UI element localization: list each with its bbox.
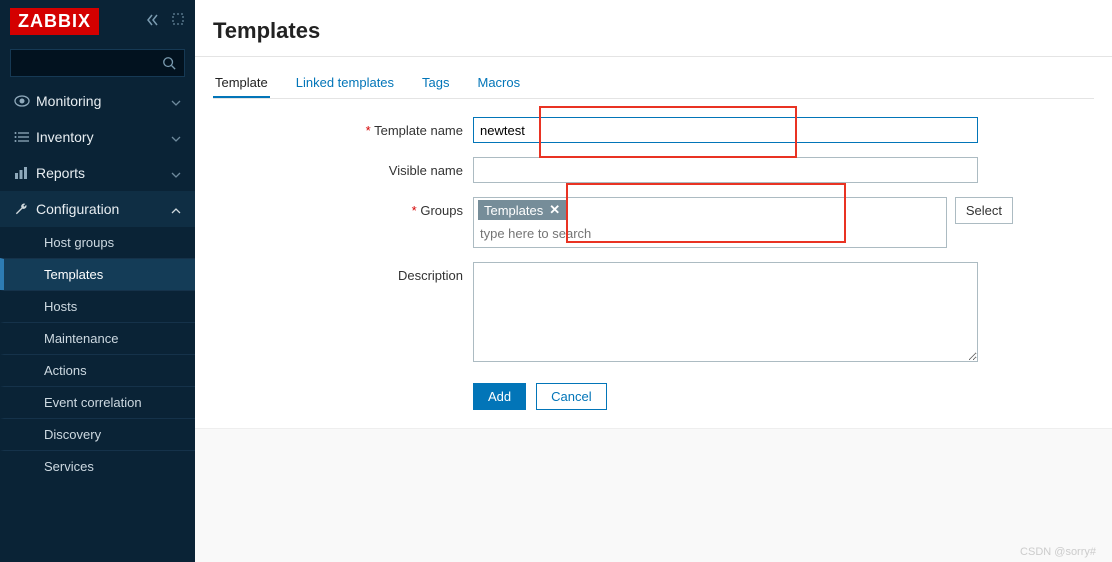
description-label: Description xyxy=(333,262,473,283)
groups-search-input[interactable] xyxy=(478,222,942,245)
chevron-down-icon xyxy=(171,165,181,181)
row-visible-name: Visible name xyxy=(333,157,1094,183)
search-input[interactable] xyxy=(10,49,185,77)
sidebar: ZABBIX Monitoring Inventory Reports xyxy=(0,0,195,562)
nav-monitoring[interactable]: Monitoring xyxy=(0,83,195,119)
cancel-button[interactable]: Cancel xyxy=(536,383,606,410)
group-tag-label: Templates xyxy=(484,203,543,218)
remove-tag-icon[interactable]: ✕ xyxy=(549,202,560,218)
nav-configuration[interactable]: Configuration xyxy=(0,191,195,227)
template-name-input[interactable] xyxy=(473,117,978,143)
eye-icon xyxy=(14,95,36,107)
subnav-services[interactable]: Services xyxy=(0,450,195,482)
nav-reports[interactable]: Reports xyxy=(0,155,195,191)
groups-label: * Groups xyxy=(333,197,473,218)
row-buttons: Add Cancel xyxy=(333,379,1094,410)
subnav: Host groups Templates Hosts Maintenance … xyxy=(0,227,195,482)
sidebar-header: ZABBIX xyxy=(0,0,195,43)
subnav-host-groups[interactable]: Host groups xyxy=(0,227,195,258)
nav-label: Inventory xyxy=(36,129,171,145)
chevron-down-icon xyxy=(171,93,181,109)
subnav-event-correlation[interactable]: Event correlation xyxy=(0,386,195,418)
add-button[interactable]: Add xyxy=(473,383,526,410)
nav-label: Reports xyxy=(36,165,171,181)
nav-inventory[interactable]: Inventory xyxy=(0,119,195,155)
template-name-label: * Template name xyxy=(333,117,473,138)
collapse-icon[interactable] xyxy=(145,12,161,31)
description-textarea[interactable] xyxy=(473,262,978,362)
subnav-discovery[interactable]: Discovery xyxy=(0,418,195,450)
bar-chart-icon xyxy=(14,166,36,180)
row-template-name: * Template name xyxy=(333,117,1094,143)
wrench-icon xyxy=(14,202,36,217)
logo: ZABBIX xyxy=(10,8,99,35)
list-icon xyxy=(14,131,36,143)
tab-template[interactable]: Template xyxy=(213,69,270,98)
page-title: Templates xyxy=(195,0,1112,57)
subnav-templates[interactable]: Templates xyxy=(0,258,195,290)
content-box: Template Linked templates Tags Macros * … xyxy=(195,57,1112,429)
tab-linked-templates[interactable]: Linked templates xyxy=(294,69,396,98)
visible-name-label: Visible name xyxy=(333,157,473,178)
chevron-up-icon xyxy=(171,201,181,217)
tab-macros[interactable]: Macros xyxy=(476,69,523,98)
nav-label: Monitoring xyxy=(36,93,171,109)
chevron-down-icon xyxy=(171,129,181,145)
search-icon xyxy=(162,56,176,70)
subnav-actions[interactable]: Actions xyxy=(0,354,195,386)
visible-name-input[interactable] xyxy=(473,157,978,183)
row-description: Description xyxy=(333,262,1094,365)
tab-tags[interactable]: Tags xyxy=(420,69,451,98)
subnav-maintenance[interactable]: Maintenance xyxy=(0,322,195,354)
main: Templates Template Linked templates Tags… xyxy=(195,0,1112,562)
select-button[interactable]: Select xyxy=(955,197,1013,224)
form: * Template name Visible name * Groups xyxy=(213,117,1094,410)
tabs: Template Linked templates Tags Macros xyxy=(213,69,1094,99)
row-groups: * Groups Templates ✕ Select xyxy=(333,197,1094,248)
watermark: CSDN @sorry# xyxy=(1020,546,1096,558)
subnav-hosts[interactable]: Hosts xyxy=(0,290,195,322)
expand-icon[interactable] xyxy=(171,12,185,31)
nav-label: Configuration xyxy=(36,201,171,217)
group-tag[interactable]: Templates ✕ xyxy=(478,200,566,220)
